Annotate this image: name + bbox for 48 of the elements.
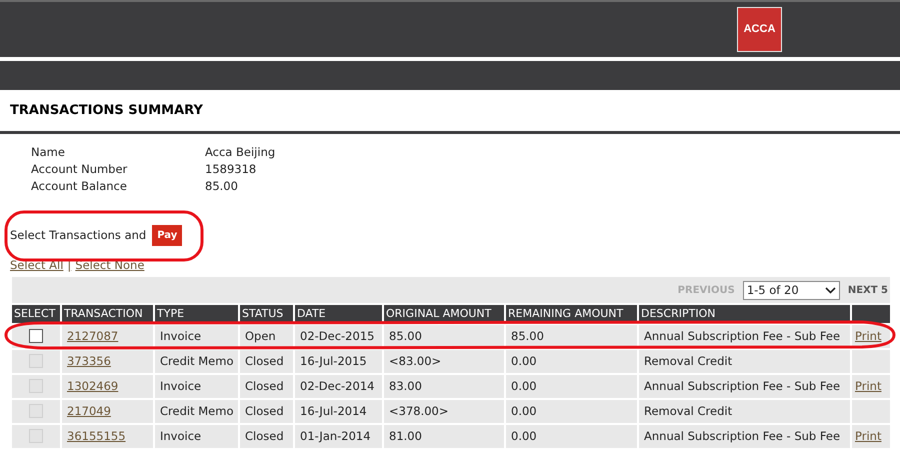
transaction-link[interactable]: 2127087 (62, 325, 153, 348)
table-cell: Annual Subscription Fee - Sub Fee (639, 425, 850, 448)
table-cell: Closed (240, 425, 293, 448)
table-cell: Removal Credit (639, 350, 850, 374)
logo[interactable]: ACCA (737, 7, 782, 52)
chevron-down-icon (824, 286, 836, 294)
table-cell: 0.00 (506, 375, 637, 398)
field-value: 85.00 (205, 178, 238, 195)
column-header: TYPE (155, 305, 238, 324)
table-cell: Annual Subscription Fee - Sub Fee (639, 375, 850, 398)
table-cell: 0.00 (506, 425, 637, 448)
table-cell: Credit Memo (155, 350, 238, 374)
table-cell: 02-Dec-2015 (295, 325, 382, 348)
table-cell: 16-Jul-2015 (295, 350, 382, 374)
table-cell: Invoice (155, 375, 238, 398)
field-label: Name (31, 144, 66, 161)
table-cell: Credit Memo (155, 400, 238, 424)
table-cell: <378.00> (384, 400, 504, 424)
table-cell: 0.00 (506, 400, 637, 424)
page-title: TRANSACTIONS SUMMARY (10, 102, 203, 120)
table-cell: Invoice (155, 325, 238, 348)
table-cell: Invoice (155, 425, 238, 448)
table-cell: <83.00> (384, 350, 504, 374)
pay-button[interactable]: Pay (152, 225, 182, 246)
field-value: 1589318 (205, 161, 256, 178)
field-value: Acca Beijing (205, 144, 276, 161)
table-cell: Annual Subscription Fee - Sub Fee (639, 325, 850, 348)
table-cell: 83.00 (384, 375, 504, 398)
pay-prompt: Select Transactions and (10, 226, 146, 244)
table-cell: Closed (240, 375, 293, 398)
column-header: TRANSACTION (62, 305, 153, 324)
field-label: Account Balance (31, 178, 128, 195)
table-cell: 81.00 (384, 425, 504, 448)
table-cell: Closed (240, 350, 293, 374)
page-range-select[interactable]: 1-5 of 20 (742, 280, 840, 300)
table-cell: 0.00 (506, 350, 637, 374)
field-label: Account Number (31, 161, 128, 178)
table-cell: Closed (240, 400, 293, 424)
table-cell: 16-Jul-2014 (295, 400, 382, 424)
table-cell: 85.00 (506, 325, 637, 348)
table-cell: 01-Jan-2014 (295, 425, 382, 448)
table-cell: 85.00 (384, 325, 504, 348)
next-link[interactable]: NEXT 5 (848, 282, 888, 298)
column-header: SELECT (12, 305, 60, 324)
table-cell: Open (240, 325, 293, 348)
table-cell: 02-Dec-2014 (295, 375, 382, 398)
table-cell: Removal Credit (639, 400, 850, 424)
row-checkbox[interactable] (29, 329, 43, 344)
